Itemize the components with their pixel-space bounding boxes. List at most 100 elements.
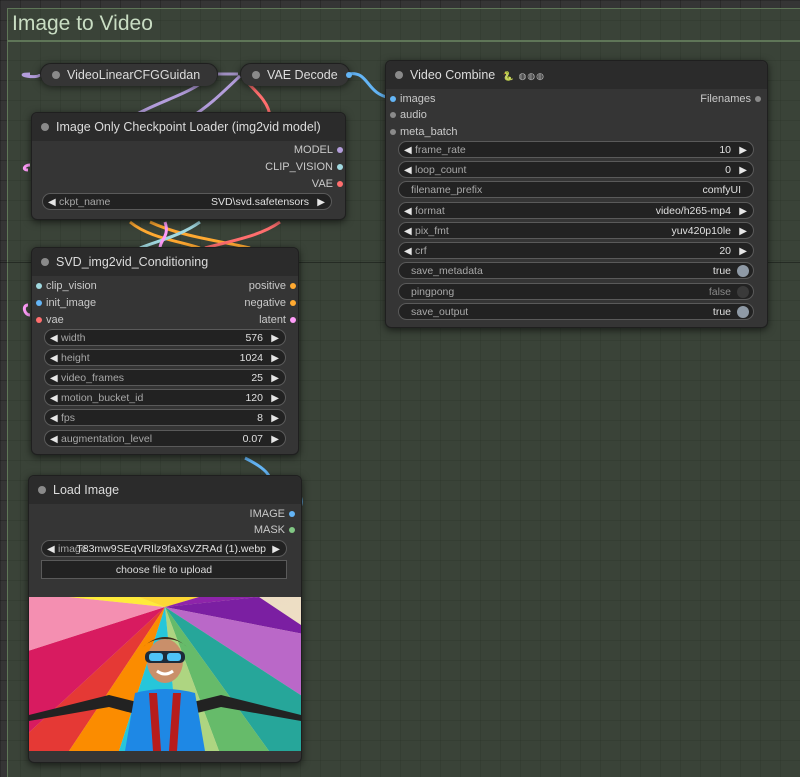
- input-vae[interactable]: vae: [36, 312, 146, 328]
- collapse-dot-icon[interactable]: [395, 71, 403, 79]
- input-meta-batch[interactable]: meta_batch: [390, 124, 500, 140]
- input-images[interactable]: images: [390, 91, 500, 107]
- widget-label: pix_fmt: [415, 225, 449, 237]
- choose-file-button[interactable]: choose file to upload: [41, 560, 287, 579]
- node-header[interactable]: VideoLinearCFGGuidan: [41, 64, 217, 86]
- arrow-right-icon[interactable]: ▶: [317, 194, 325, 211]
- arrow-right-icon[interactable]: ▶: [271, 370, 279, 387]
- fps-widget[interactable]: ◀ fps 8 ▶: [44, 409, 286, 426]
- output-model[interactable]: MODEL: [223, 142, 343, 158]
- toggle-knob-icon[interactable]: [737, 286, 749, 298]
- arrow-right-icon[interactable]: ▶: [739, 223, 747, 240]
- toggle-knob-icon[interactable]: [737, 265, 749, 277]
- output-clip-vision[interactable]: CLIP_VISION: [223, 159, 343, 175]
- arrow-left-icon[interactable]: ◀: [50, 431, 58, 448]
- arrow-left-icon[interactable]: ◀: [47, 541, 55, 558]
- format-combo[interactable]: ◀ format video/h265-mp4 ▶: [398, 202, 754, 219]
- save-output-toggle[interactable]: save_output true: [398, 303, 754, 320]
- arrow-right-icon[interactable]: ▶: [271, 431, 279, 448]
- loop-count-widget[interactable]: ◀ loop_count 0 ▶: [398, 161, 754, 178]
- slot-dot-icon[interactable]: [290, 300, 296, 306]
- slot-dot-icon[interactable]: [290, 283, 296, 289]
- arrow-right-icon[interactable]: ▶: [271, 410, 279, 427]
- node-header[interactable]: SVD_img2vid_Conditioning: [32, 248, 298, 276]
- node-vae-decode[interactable]: VAE Decode: [240, 63, 352, 86]
- width-widget[interactable]: ◀ width 576 ▶: [44, 329, 286, 346]
- image-file-combo[interactable]: ◀ image T83mw9SEqVRIlz9faXsVZRAd (1).web…: [41, 540, 287, 557]
- group-title[interactable]: Image to Video: [12, 12, 153, 36]
- collapse-dot-icon[interactable]: [252, 71, 260, 79]
- arrow-left-icon[interactable]: ◀: [50, 370, 58, 387]
- slot-dot-icon[interactable]: [36, 283, 42, 289]
- ckpt-name-combo[interactable]: ◀ ckpt_name SVD\svd.safetensors ▶: [42, 193, 332, 210]
- arrow-right-icon[interactable]: ▶: [739, 142, 747, 159]
- video-frames-widget[interactable]: ◀ video_frames 25 ▶: [44, 369, 286, 386]
- arrow-left-icon[interactable]: ◀: [404, 203, 412, 220]
- slot-dot-icon[interactable]: [390, 96, 396, 102]
- arrow-left-icon[interactable]: ◀: [50, 330, 58, 347]
- node-video-linear-cfg-guidance[interactable]: VideoLinearCFGGuidan: [40, 63, 218, 86]
- arrow-right-icon[interactable]: ▶: [271, 330, 279, 347]
- collapse-dot-icon[interactable]: [38, 486, 46, 494]
- slot-dot-icon[interactable]: [289, 527, 295, 533]
- pingpong-toggle[interactable]: pingpong false: [398, 283, 754, 300]
- slot-dot-icon[interactable]: [36, 317, 42, 323]
- node-svd-img2vid-conditioning[interactable]: SVD_img2vid_Conditioning clip_vision ini…: [31, 247, 299, 455]
- arrow-right-icon[interactable]: ▶: [271, 350, 279, 367]
- slot-dot-icon[interactable]: [337, 164, 343, 170]
- arrow-left-icon[interactable]: ◀: [404, 223, 412, 240]
- slot-dot-icon[interactable]: [337, 181, 343, 187]
- output-slot-icon[interactable]: [346, 72, 352, 78]
- slot-dot-icon[interactable]: [290, 317, 296, 323]
- arrow-right-icon[interactable]: ▶: [739, 243, 747, 260]
- toggle-knob-icon[interactable]: [737, 306, 749, 318]
- arrow-left-icon[interactable]: ◀: [404, 162, 412, 179]
- arrow-right-icon[interactable]: ▶: [272, 541, 280, 558]
- arrow-left-icon[interactable]: ◀: [50, 410, 58, 427]
- arrow-left-icon[interactable]: ◀: [50, 390, 58, 407]
- output-mask[interactable]: MASK: [185, 522, 295, 538]
- collapse-dot-icon[interactable]: [41, 258, 49, 266]
- collapse-dot-icon[interactable]: [41, 123, 49, 131]
- frame-rate-widget[interactable]: ◀ frame_rate 10 ▶: [398, 141, 754, 158]
- slot-dot-icon[interactable]: [390, 129, 396, 135]
- output-negative[interactable]: negative: [186, 295, 296, 311]
- output-vae[interactable]: VAE: [223, 176, 343, 192]
- output-image[interactable]: IMAGE: [185, 506, 295, 522]
- output-filenames[interactable]: Filenames: [651, 91, 761, 107]
- input-audio[interactable]: audio: [390, 107, 500, 123]
- arrow-left-icon[interactable]: ◀: [50, 350, 58, 367]
- input-init-image[interactable]: init_image: [36, 295, 146, 311]
- node-load-image[interactable]: Load Image IMAGE MASK ◀ image T83mw9SEqV…: [28, 475, 302, 763]
- arrow-right-icon[interactable]: ▶: [739, 162, 747, 179]
- arrow-right-icon[interactable]: ▶: [739, 203, 747, 220]
- slot-dot-icon[interactable]: [390, 112, 396, 118]
- output-positive[interactable]: positive: [186, 278, 296, 294]
- node-header[interactable]: Video Combine 🐍 ◍◍◍: [386, 61, 767, 89]
- arrow-left-icon[interactable]: ◀: [48, 194, 56, 211]
- crf-widget[interactable]: ◀ crf 20 ▶: [398, 242, 754, 259]
- node-title: Load Image: [53, 483, 120, 497]
- node-header[interactable]: VAE Decode: [241, 64, 349, 86]
- collapse-dot-icon[interactable]: [52, 71, 60, 79]
- motion-bucket-id-widget[interactable]: ◀ motion_bucket_id 120 ▶: [44, 389, 286, 406]
- input-clip-vision[interactable]: clip_vision: [36, 278, 146, 294]
- slot-dot-icon[interactable]: [36, 300, 42, 306]
- node-video-combine[interactable]: Video Combine 🐍 ◍◍◍ images audio meta_ba…: [385, 60, 768, 328]
- arrow-right-icon[interactable]: ▶: [271, 390, 279, 407]
- arrow-left-icon[interactable]: ◀: [404, 243, 412, 260]
- augmentation-level-widget[interactable]: ◀ augmentation_level 0.07 ▶: [44, 430, 286, 447]
- arrow-left-icon[interactable]: ◀: [404, 142, 412, 159]
- filename-prefix-field[interactable]: filename_prefix comfyUI: [398, 181, 754, 198]
- height-widget[interactable]: ◀ height 1024 ▶: [44, 349, 286, 366]
- slot-dot-icon[interactable]: [289, 511, 295, 517]
- widget-label: ckpt_name: [59, 196, 111, 208]
- slot-dot-icon[interactable]: [337, 147, 343, 153]
- slot-dot-icon[interactable]: [755, 96, 761, 102]
- save-metadata-toggle[interactable]: save_metadata true: [398, 262, 754, 279]
- node-header[interactable]: Load Image: [29, 476, 301, 504]
- pix-fmt-combo[interactable]: ◀ pix_fmt yuv420p10le ▶: [398, 222, 754, 239]
- node-checkpoint-loader[interactable]: Image Only Checkpoint Loader (img2vid mo…: [31, 112, 346, 220]
- node-header[interactable]: Image Only Checkpoint Loader (img2vid mo…: [32, 113, 345, 141]
- output-latent[interactable]: latent: [186, 312, 296, 328]
